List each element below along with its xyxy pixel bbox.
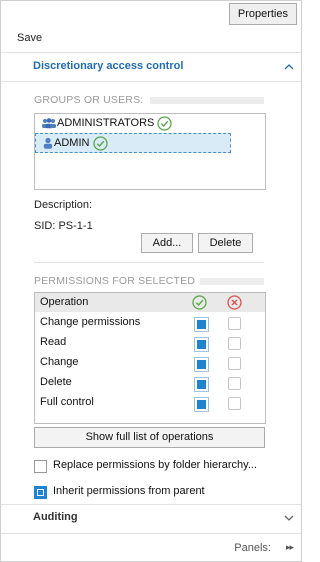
panels-footer: Panels: ▸▸ — [1, 533, 301, 561]
permission-row-change: Change — [35, 353, 265, 373]
deny-checkbox[interactable] — [228, 337, 241, 350]
user-name: ADMINISTRATORS — [57, 117, 155, 129]
description-label: Description: — [34, 199, 93, 211]
allow-checkbox[interactable] — [194, 397, 209, 412]
replace-permissions-label: Replace permissions by folder hierarchy.… — [53, 459, 257, 471]
section-header-dac[interactable]: Discretionary access control — [1, 55, 301, 81]
show-full-list-button[interactable]: Show full list of operations — [34, 427, 265, 448]
allow-checkbox[interactable] — [194, 317, 209, 332]
deny-checkbox[interactable] — [228, 317, 241, 330]
x-circle-icon — [227, 295, 242, 310]
section-header-auditing[interactable]: Auditing — [1, 506, 301, 532]
properties-button[interactable]: Properties — [228, 3, 297, 25]
permission-row-full-control: Full control — [35, 393, 265, 413]
permission-row-delete: Delete — [35, 373, 265, 393]
permissions-header: Operation — [35, 293, 265, 312]
groups-label: GROUPS OR USERS: — [34, 94, 144, 106]
list-item-administrators[interactable]: ADMINISTRATORS — [41, 114, 173, 132]
allow-checkbox[interactable] — [194, 377, 209, 392]
sid-row: SID: PS-1-1 — [34, 220, 93, 232]
label-rule — [150, 97, 264, 104]
panels-label: Panels: — [234, 542, 271, 554]
permission-row-change-permissions: Change permissions — [35, 313, 265, 333]
list-item-admin[interactable]: ADMIN — [35, 133, 231, 153]
sid-label: SID: — [34, 220, 56, 232]
check-circle-icon — [92, 135, 108, 151]
permissions-label: PERMISSIONS FOR SELECTED — [34, 275, 196, 287]
user-name: ADMIN — [54, 137, 90, 149]
divider — [1, 52, 301, 53]
check-circle-icon — [192, 295, 207, 310]
section-title-auditing: Auditing — [33, 511, 78, 523]
permission-label: Full control — [40, 396, 94, 408]
sid-value: PS-1-1 — [58, 220, 93, 232]
deny-checkbox[interactable] — [228, 397, 241, 410]
divider — [1, 504, 301, 505]
double-chevron-right-icon[interactable]: ▸▸ — [286, 542, 294, 553]
permission-label: Change permissions — [40, 316, 141, 328]
inherit-permissions-checkbox[interactable] — [34, 486, 47, 499]
divider — [34, 262, 264, 263]
replace-permissions-checkbox[interactable] — [34, 460, 47, 473]
users-list[interactable]: ADMINISTRATORS ADMIN — [34, 113, 266, 190]
label-rule — [200, 278, 264, 285]
permission-label: Change — [40, 356, 79, 368]
operation-column-header: Operation — [40, 296, 89, 308]
top-toolbar: Properties — [1, 1, 301, 27]
save-button[interactable]: Save — [17, 32, 42, 44]
deny-checkbox[interactable] — [228, 377, 241, 390]
permission-row-read: Read — [35, 333, 265, 353]
user-icon — [43, 137, 53, 149]
divider — [1, 81, 301, 82]
chevron-down-icon[interactable] — [283, 512, 295, 524]
allow-checkbox[interactable] — [194, 337, 209, 352]
permission-label: Read — [40, 336, 67, 348]
add-button[interactable]: Add... — [141, 233, 193, 253]
check-circle-icon — [157, 115, 173, 131]
allow-checkbox[interactable] — [194, 357, 209, 372]
section-title-dac: Discretionary access control — [33, 60, 184, 72]
group-icon — [42, 118, 56, 129]
permission-label: Delete — [40, 376, 72, 388]
delete-button[interactable]: Delete — [198, 233, 253, 253]
inherit-permissions-label: Inherit permissions from parent — [53, 485, 205, 497]
chevron-up-icon[interactable] — [283, 61, 295, 73]
permissions-table: Operation Change permissions Read Change… — [34, 292, 266, 424]
deny-checkbox[interactable] — [228, 357, 241, 370]
